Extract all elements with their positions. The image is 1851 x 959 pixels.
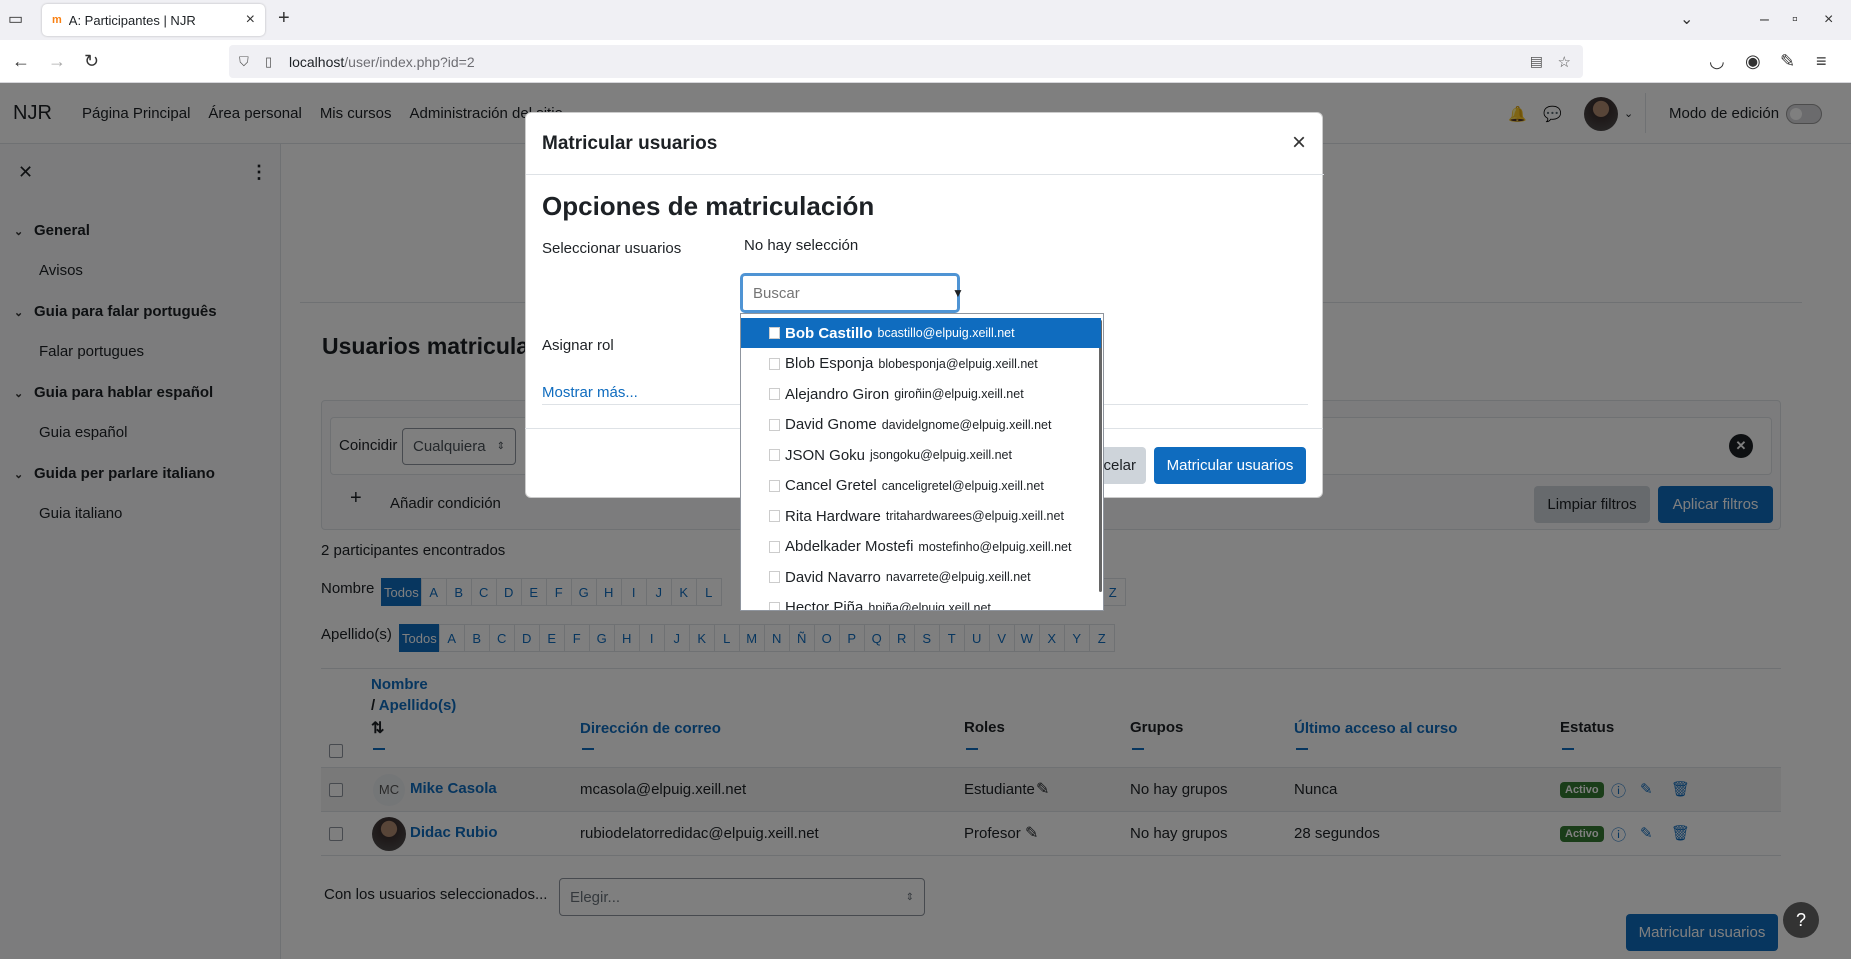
suggestion-item[interactable]: Rita Hardware tritahardwarees@elpuig.xeil… (741, 501, 1101, 531)
no-selection-text: No hay selección (744, 237, 859, 254)
suggestion-name: Bob Castillo (785, 324, 873, 342)
suggestion-item[interactable]: Cancel Gretel canceligretel@elpuig.xeill.… (741, 471, 1101, 501)
tab-list-icon[interactable]: ▭ (8, 10, 23, 30)
suggestion-item[interactable]: Bob Castillo bcastillo@elpuig.xeill.net (741, 318, 1101, 348)
suggestion-email: hpiña@elpuig.xeill.net (868, 600, 991, 611)
reload-icon[interactable]: ↻ (84, 51, 99, 71)
shield-icon[interactable]: ⛉ (239, 54, 249, 70)
suggestion-name: David Gnome (785, 416, 877, 433)
suggestion-email: jsongoku@elpuig.xeill.net (870, 448, 1012, 462)
window-close-icon[interactable]: × (1824, 10, 1833, 30)
suggestion-email: mostefinho@elpuig.xeill.net (918, 539, 1072, 554)
assign-role-label: Asignar rol (542, 337, 614, 354)
url-path: /user/index.php?id=2 (344, 53, 475, 70)
new-tab-icon[interactable]: + (278, 8, 290, 28)
suggestion-item[interactable]: David Gnome davidelgnome@elpuig.xeill.net (741, 410, 1101, 440)
restore-icon[interactable]: ▫ (1792, 10, 1798, 30)
select-users-label: Seleccionar usuarios (542, 240, 682, 257)
user-picture-icon (769, 357, 780, 370)
user-search-combobox[interactable]: ▼ (740, 273, 964, 313)
suggestion-email: blobesponja@elpuig.xeill.net (878, 356, 1038, 371)
modal-title: Matricular usuarios (542, 133, 718, 154)
close-icon[interactable]: × (1292, 129, 1306, 157)
cancel-label: celar (1103, 457, 1136, 474)
suggestion-name: JSON Goku (785, 446, 866, 464)
suggestion-email: bcastillo@elpuig.xeill.net (877, 326, 1015, 340)
suggestion-name: Abdelkader Mostefi (785, 538, 914, 555)
user-picture-icon (769, 540, 780, 553)
back-icon[interactable]: ← (12, 51, 30, 71)
browser-tab-bar: ▭ m A: Participantes | NJR × + ⌄ – ▫ × (0, 0, 1851, 40)
tab-title: A: Participantes | NJR (68, 12, 196, 28)
app-menu-icon[interactable]: ≡ (1816, 51, 1827, 71)
user-picture-icon (769, 479, 780, 492)
user-search-input[interactable] (753, 284, 952, 302)
user-picture-icon (769, 449, 780, 461)
enrol-users-submit-button[interactable]: Matricular usuarios (1154, 447, 1306, 484)
user-picture-icon (769, 510, 780, 522)
suggestion-email: davidelgnome@elpuig.xeill.net (881, 417, 1052, 432)
enrolment-options-heading: Opciones de matriculación (542, 191, 875, 221)
user-picture-icon (769, 571, 780, 583)
url-host: localhost (289, 53, 345, 70)
suggestion-name: David Navarro (785, 568, 881, 586)
suggestion-item[interactable]: Blob Esponja blobesponja@elpuig.xeill.net (741, 349, 1101, 379)
suggestion-email: tritahardwarees@elpuig.xeill.net (885, 509, 1064, 523)
show-more-link[interactable]: Mostrar más... (542, 384, 638, 401)
suggestion-item[interactable]: Hector Piña hpiña@elpuig.xeill.net (741, 593, 1101, 611)
suggestion-email: navarrete@elpuig.xeill.net (885, 570, 1031, 584)
suggestion-name: Blob Esponja (785, 355, 874, 372)
suggestion-email: canceligretel@elpuig.xeill.net (881, 478, 1044, 493)
forward-icon[interactable]: → (48, 51, 66, 71)
suggestion-name: Cancel Gretel (785, 477, 877, 494)
minimize-icon[interactable]: – (1760, 10, 1769, 30)
account-icon[interactable]: ◉ (1745, 51, 1761, 71)
dropdown-arrow-icon[interactable]: ▼ (952, 286, 964, 300)
reader-view-icon[interactable]: ▤ (1530, 53, 1543, 70)
moodle-favicon-icon: m (52, 14, 62, 26)
suggestion-item[interactable]: Abdelkader Mostefi mostefinho@elpuig.xeil… (741, 532, 1101, 562)
user-picture-icon (769, 388, 780, 400)
user-suggestions-list: Bob Castillo bcastillo@elpuig.xeill.net Bl… (740, 313, 1104, 611)
browser-tab[interactable]: m A: Participantes | NJR × (42, 4, 265, 36)
list-all-tabs-icon[interactable]: ⌄ (1680, 10, 1693, 30)
suggestion-name: Alejandro Giron (785, 385, 890, 403)
suggestion-item[interactable]: David Navarro navarrete@elpuig.xeill.net (741, 562, 1101, 592)
browser-toolbar: ← → ↻ ⛉ ▯ localhost/user/index.php?id=2 … (0, 40, 1851, 83)
user-picture-icon (769, 327, 780, 339)
user-picture-icon (769, 418, 780, 431)
help-icon[interactable]: ? (1783, 902, 1819, 938)
extensions-icon[interactable]: ✎ (1780, 51, 1795, 71)
suggestion-name: Rita Hardware (785, 507, 881, 525)
tab-close-icon[interactable]: × (246, 11, 255, 29)
modal-header: Matricular usuarios × (526, 113, 1324, 175)
suggestion-email: giroñin@elpuig.xeill.net (894, 387, 1024, 401)
bookmark-star-icon[interactable]: ☆ (1558, 53, 1571, 71)
suggestion-item[interactable]: JSON Goku jsongoku@elpuig.xeill.net (741, 440, 1101, 470)
url-bar[interactable]: ⛉ ▯ localhost/user/index.php?id=2 ▤ ☆ (229, 45, 1583, 78)
suggestion-item[interactable]: Alejandro Giron giroñin@elpuig.xeill.net (741, 379, 1101, 409)
page-info-icon[interactable]: ▯ (265, 54, 272, 70)
pocket-icon[interactable]: ◡ (1709, 51, 1725, 71)
suggestion-name: Hector Piña (785, 599, 864, 611)
user-picture-icon (769, 601, 780, 610)
